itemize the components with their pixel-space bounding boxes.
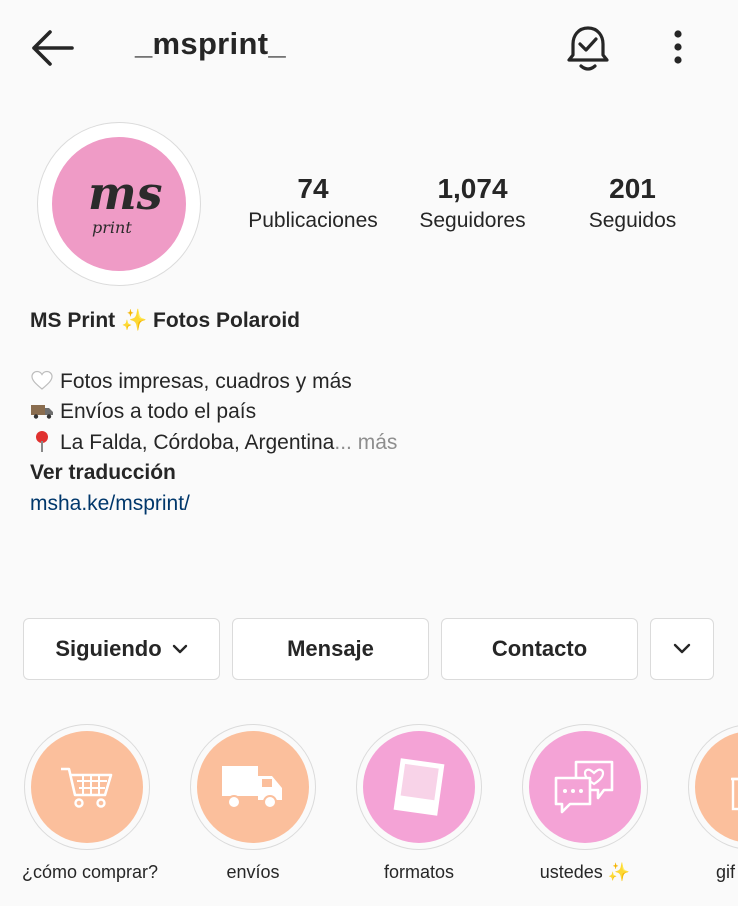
highlight-label: ustedes ✨ <box>539 862 631 882</box>
highlight-label: formatos <box>383 862 455 882</box>
chat-heart-icon <box>554 760 614 814</box>
suggested-accounts-button[interactable] <box>650 618 714 680</box>
bio-line-products: Fotos impresas, cuadros y más <box>30 367 720 398</box>
stat-posts-label: Publicaciones <box>248 209 378 232</box>
sparkles-emoji: ✨ <box>607 862 631 882</box>
polaroid-icon <box>393 758 445 816</box>
chevron-down-icon <box>673 643 691 654</box>
pin-icon <box>36 430 48 452</box>
profile-avatar[interactable]: ms print <box>37 122 201 286</box>
back-arrow-icon[interactable] <box>28 26 78 70</box>
sparkles-emoji: ✨ <box>121 309 148 332</box>
highlight-how-to-buy[interactable]: ¿cómo comprar? <box>22 724 159 883</box>
message-button[interactable]: Mensaje <box>232 618 429 680</box>
bio-website-link[interactable]: msha.ke/msprint/ <box>30 489 720 520</box>
following-button[interactable]: Siguiendo <box>23 618 220 680</box>
highlight-testimonials[interactable]: ustedes ✨ <box>520 724 650 883</box>
highlight-label: ¿cómo comprar? <box>22 862 159 882</box>
highlight-formats[interactable]: formatos <box>354 724 484 883</box>
cart-icon <box>61 767 113 808</box>
notification-bell-icon[interactable] <box>563 22 613 74</box>
gift-icon <box>731 777 738 811</box>
bio-line-location: La Falda, Córdoba, Argentina... más <box>30 428 720 459</box>
highlight-label: gif <box>716 862 736 882</box>
following-button-label: Siguiendo <box>55 636 162 661</box>
white-heart-icon <box>31 370 53 390</box>
avatar-text-bottom: print <box>92 218 132 237</box>
stat-posts[interactable]: 74 Publicaciones <box>237 172 389 236</box>
stat-posts-count: 74 <box>297 173 329 204</box>
stat-followers-label: Seguidores <box>419 209 526 232</box>
truck-icon <box>31 405 53 419</box>
stat-following[interactable]: 201 Seguidos <box>565 172 700 236</box>
stat-followers-count: 1,074 <box>437 173 508 204</box>
stat-following-label: Seguidos <box>588 209 677 232</box>
contact-button[interactable]: Contacto <box>441 618 638 680</box>
more-options-icon[interactable] <box>660 26 696 70</box>
contact-button-label: Contacto <box>491 636 588 661</box>
bio-blank-line <box>30 337 720 367</box>
chevron-down-icon <box>172 644 187 654</box>
highlight-label: envíos <box>226 862 280 882</box>
avatar-text-top: ms <box>88 166 163 220</box>
truck-icon <box>222 766 282 809</box>
profile-display-name: MS Print ✨ Fotos Polaroid <box>30 309 301 332</box>
profile-bio: MS Print ✨ Fotos Polaroid Fotos impresas… <box>30 306 720 519</box>
profile-username: _msprint_ <box>135 26 286 61</box>
highlight-gif[interactable]: gif <box>686 724 738 883</box>
see-translation-link[interactable]: Ver traducción <box>30 458 720 489</box>
bio-line-shipping: Envíos a todo el país <box>30 397 720 428</box>
stat-following-count: 201 <box>609 173 656 204</box>
top-bar: _msprint_ <box>0 0 738 96</box>
stat-followers[interactable]: 1,074 Seguidores <box>400 172 545 236</box>
message-button-label: Mensaje <box>287 636 374 661</box>
highlight-shipping[interactable]: envíos <box>188 724 318 883</box>
bio-more-link[interactable]: ... más <box>334 431 397 454</box>
avatar-logo: ms print <box>52 137 186 271</box>
